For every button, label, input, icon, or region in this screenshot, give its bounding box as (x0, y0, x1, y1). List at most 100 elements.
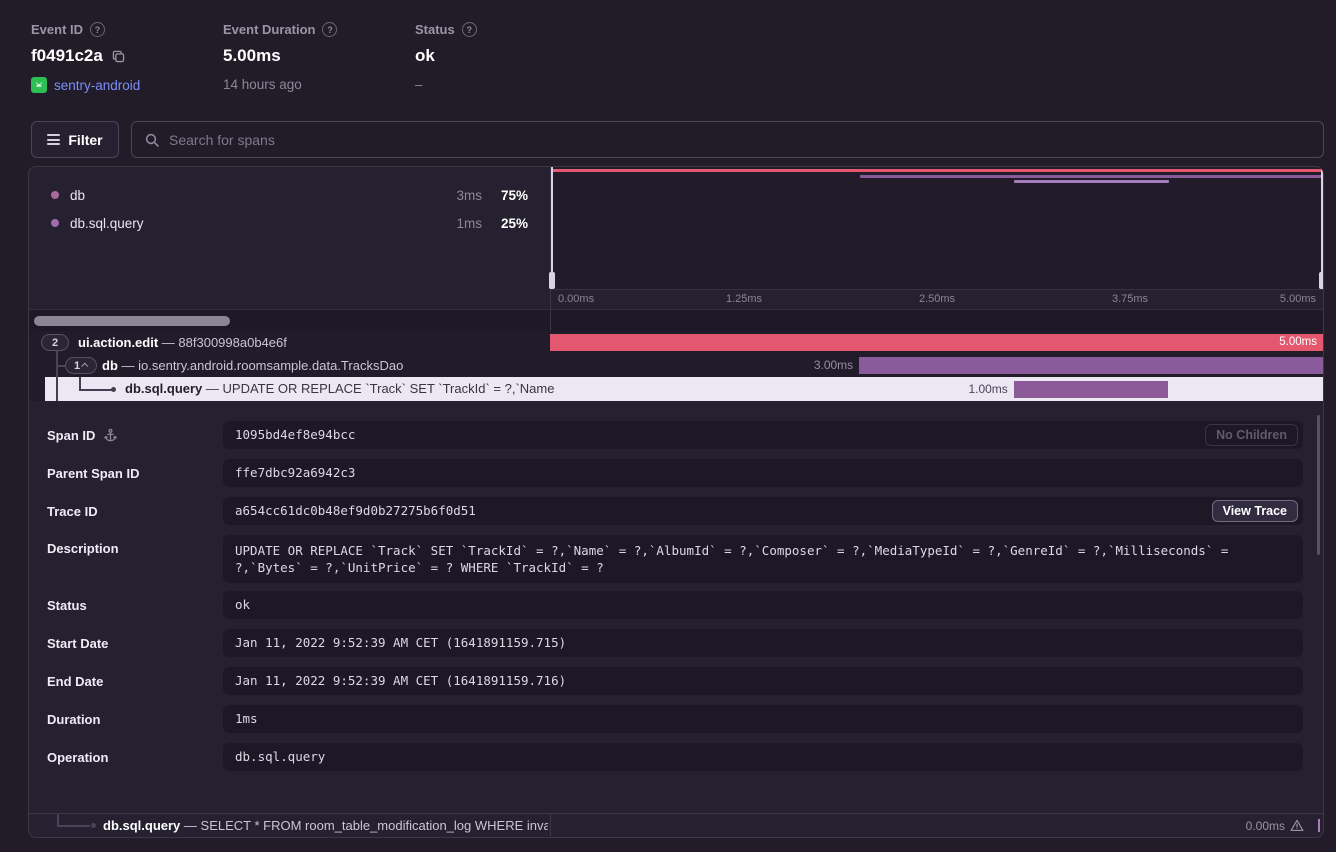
event-duration-label: Event Duration (223, 22, 315, 37)
span-duration-bar[interactable] (859, 357, 1323, 374)
axis-tick-label: 5.00ms (1280, 293, 1316, 305)
span-id-value: 1095bd4ef8e94bcc (223, 421, 1303, 449)
event-duration-block: Event Duration ? 5.00ms 14 hours ago (223, 22, 337, 92)
field-value-box: UPDATE OR REPLACE `Track` SET `TrackId` … (223, 535, 1303, 583)
span-tree: 2 ui.action.edit — 88f300998a0b4e6f 5.00… (29, 331, 1323, 401)
status-block: Status ? ok – (415, 22, 477, 92)
trace-panel: db 3ms 75% db.sql.query 1ms 25% 0.00ms 1… (28, 166, 1324, 838)
help-icon[interactable]: ? (462, 22, 477, 37)
span-search[interactable] (131, 121, 1324, 158)
field-value-box: db.sql.query (223, 743, 1303, 771)
field-label: Status (47, 591, 87, 619)
chevron-up-icon (81, 363, 88, 370)
minimap-left-handle[interactable] (551, 167, 553, 289)
time-axis: 0.00ms 1.25ms 2.50ms 3.75ms 5.00ms (551, 289, 1323, 309)
span-op: ui.action.edit (78, 335, 158, 350)
anchor-icon[interactable] (103, 428, 118, 443)
end-date-value: Jan 11, 2022 9:52:39 AM CET (1641891159.… (223, 667, 1303, 695)
span-row[interactable]: 2 ui.action.edit — 88f300998a0b4e6f 5.00… (29, 331, 1323, 354)
parent-span-id-value: ffe7dbc92a6942c3 (223, 459, 1303, 487)
field-label: Operation (47, 743, 108, 771)
axis-tick-label: 2.50ms (919, 293, 955, 305)
field-label: Parent Span ID (47, 459, 139, 487)
children-count-badge[interactable]: 2 (41, 334, 69, 351)
trace-id-value: a654cc61dc0b48ef9d0b27275b6f0d51 (223, 497, 1303, 525)
field-label: Span ID (47, 421, 118, 449)
span-duration: 3.00ms (814, 354, 859, 377)
trace-minimap[interactable]: 0.00ms 1.25ms 2.50ms 3.75ms 5.00ms (550, 167, 1323, 309)
field-label: End Date (47, 667, 103, 695)
span-duration-bar[interactable] (1014, 381, 1169, 398)
span-row-selected[interactable]: db.sql.query — UPDATE OR REPLACE `Track`… (29, 377, 1323, 401)
filter-button-label: Filter (68, 132, 102, 148)
project-link[interactable]: sentry-android (54, 78, 140, 93)
span-duration-bar[interactable]: 5.00ms (550, 334, 1323, 351)
operations-legend: db 3ms 75% db.sql.query 1ms 25% (29, 167, 550, 309)
field-value-box: Jan 11, 2022 9:52:39 AM CET (1641891159.… (223, 667, 1303, 695)
status-sub: – (415, 77, 423, 92)
span-desc: — 88f300998a0b4e6f (162, 335, 287, 350)
status-value: ok (415, 46, 435, 66)
event-age: 14 hours ago (223, 77, 302, 92)
span-desc: — io.sentry.android.roomsample.data.Trac… (122, 358, 404, 373)
field-value-box: ok (223, 591, 1303, 619)
span-op: db (102, 358, 118, 373)
minimap-span-bar (860, 175, 1323, 178)
description-value: UPDATE OR REPLACE `Track` SET `TrackId` … (223, 535, 1303, 576)
horizontal-scrollbar[interactable] (34, 316, 230, 326)
tree-scroll-strip (29, 309, 1323, 331)
minimap-canvas[interactable] (551, 167, 1323, 289)
span-duration: 1.00ms (968, 377, 1013, 401)
filter-icon (47, 132, 60, 148)
filter-button[interactable]: Filter (31, 121, 119, 158)
minimap-span-bar (1014, 180, 1168, 183)
help-icon[interactable]: ? (322, 22, 337, 37)
span-duration: 5.00ms (1279, 334, 1317, 351)
span-status-value: ok (223, 591, 1303, 619)
event-duration-value: 5.00ms (223, 46, 281, 66)
axis-tick-label: 0.00ms (558, 293, 594, 305)
field-value-box: ffe7dbc92a6942c3 (223, 459, 1303, 487)
legend-item[interactable]: db.sql.query 1ms 25% (29, 209, 550, 237)
field-value-box: 1095bd4ef8e94bcc No Children (223, 421, 1303, 449)
op-duration: 3ms (456, 188, 482, 203)
field-value-box: Jan 11, 2022 9:52:39 AM CET (1641891159.… (223, 629, 1303, 657)
axis-tick-label: 1.25ms (726, 293, 762, 305)
event-id-block: Event ID ? f0491c2a sentry-android (31, 22, 140, 93)
span-desc: — UPDATE OR REPLACE `Track` SET `TrackId… (206, 381, 555, 396)
op-color-dot (51, 191, 59, 199)
op-percent: 25% (482, 216, 528, 231)
search-input[interactable] (169, 132, 1311, 148)
op-color-dot (51, 219, 59, 227)
span-row[interactable]: 1 db — io.sentry.android.roomsample.data… (29, 354, 1323, 377)
field-label: Description (47, 535, 119, 583)
minimap-span-bar (551, 169, 1323, 172)
op-percent: 75% (482, 188, 528, 203)
span-duration: 0.00ms (1246, 819, 1285, 833)
field-value-box: 1ms (223, 705, 1303, 733)
span-op: db.sql.query (103, 818, 180, 833)
copy-icon[interactable] (111, 49, 126, 64)
field-label: Trace ID (47, 497, 98, 525)
span-row[interactable]: db.sql.query — SELECT * FROM room_table_… (29, 813, 1323, 836)
no-children-badge: No Children (1205, 424, 1298, 446)
op-name: db (70, 188, 85, 203)
operation-value: db.sql.query (223, 743, 1303, 771)
legend-item[interactable]: db 3ms 75% (29, 181, 550, 209)
minimap-right-handle[interactable] (1321, 167, 1323, 289)
field-label: Duration (47, 705, 100, 733)
help-icon[interactable]: ? (90, 22, 105, 37)
event-id-value: f0491c2a (31, 46, 103, 66)
field-label: Start Date (47, 629, 108, 657)
warning-icon (1290, 819, 1304, 832)
vertical-scrollbar[interactable] (1317, 415, 1320, 555)
event-id-label: Event ID (31, 22, 83, 37)
field-value-box: a654cc61dc0b48ef9d0b27275b6f0d51 View Tr… (223, 497, 1303, 525)
start-date-value: Jan 11, 2022 9:52:39 AM CET (1641891159.… (223, 629, 1303, 657)
android-platform-icon (31, 77, 47, 93)
op-name: db.sql.query (70, 216, 144, 231)
search-icon (144, 132, 160, 148)
view-trace-button[interactable]: View Trace (1212, 500, 1298, 522)
children-count-badge[interactable]: 1 (65, 357, 97, 374)
span-duration-value: 1ms (223, 705, 1303, 733)
